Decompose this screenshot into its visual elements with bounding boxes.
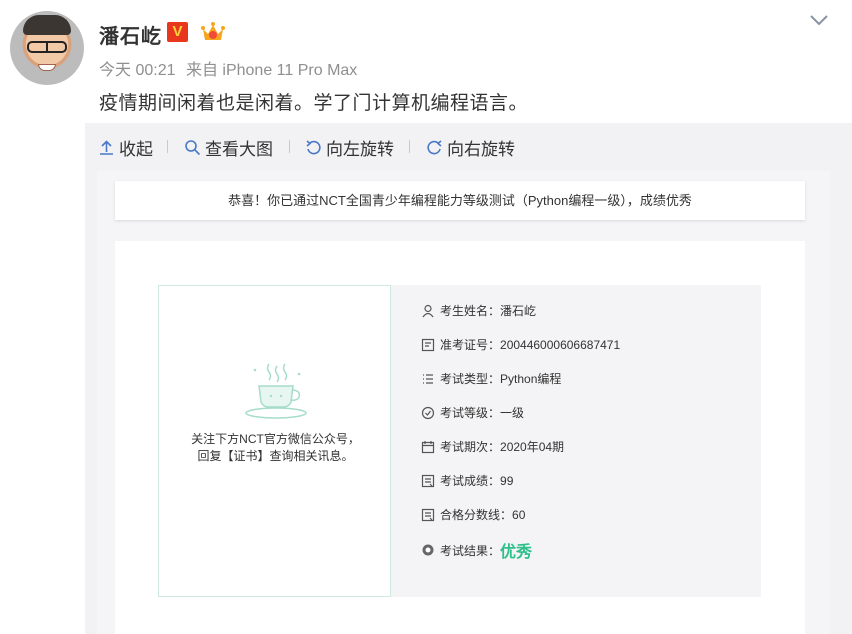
info-label: 考试等级：: [440, 406, 501, 420]
qr-instructions: 关注下方NCT官方微信公众号， 回复【证书】查询相关讯息。: [159, 431, 392, 465]
rotate-right-label: 向右旋转: [447, 140, 515, 159]
qr-instructions-line2: 回复【证书】查询相关讯息。: [197, 449, 354, 463]
post-timestamp[interactable]: 今天 00:21: [99, 62, 176, 79]
certificate-card: 关注下方NCT官方微信公众号， 回复【证书】查询相关讯息。 考生姓名： 潘石屹 …: [115, 241, 805, 634]
info-label: 考试类型：: [440, 372, 501, 386]
id-card-icon: [421, 338, 435, 351]
avatar-glasses: [27, 41, 67, 53]
info-value: 60: [512, 507, 526, 522]
media-toolbar: 收起 查看大图 向左旋转 向右旋转: [85, 123, 852, 171]
media-panel: 收起 查看大图 向左旋转 向右旋转 恭喜！你已通过NCT全国青少年编程能力等级测…: [85, 123, 852, 634]
info-row-name: 考生姓名： 潘石屹: [421, 302, 536, 319]
avatar-hair: [23, 15, 71, 35]
calendar-icon: [421, 440, 435, 453]
post-source: 来自 iPhone 11 Pro Max: [185, 62, 358, 79]
info-row-type: 考试类型： Python编程: [421, 370, 561, 387]
info-label: 合格分数线：: [440, 508, 513, 522]
score-icon: [421, 508, 435, 521]
info-value: 2020年04期: [500, 440, 565, 454]
info-row-score: 考试成绩： 99: [421, 472, 513, 489]
info-value: 潘石屹: [500, 304, 537, 318]
info-value: 一级: [500, 406, 525, 420]
rotate-left-label: 向左旋转: [326, 140, 394, 159]
info-row-passline: 合格分数线： 60: [421, 506, 525, 523]
info-label: 考试期次：: [440, 440, 501, 454]
crown-icon[interactable]: [200, 21, 226, 43]
toolbar-divider: [409, 140, 410, 153]
avatar[interactable]: [10, 11, 84, 85]
certificate-info: 考生姓名： 潘石屹 准考证号： 200446000606687471 考试类型：…: [391, 285, 761, 597]
coffee-cup-icon: [245, 363, 307, 419]
toolbar-divider: [289, 140, 290, 153]
post-meta: 今天 00:21 来自 iPhone 11 Pro Max: [99, 56, 363, 80]
rotate-left-button[interactable]: 向左旋转: [305, 135, 394, 160]
congrats-banner: 恭喜！你已通过NCT全国青少年编程能力等级测试（Python编程一级），成绩优秀: [115, 181, 805, 220]
rotate-left-icon: [306, 140, 321, 155]
chevron-down-icon[interactable]: [808, 11, 830, 29]
view-large-label: 查看大图: [205, 140, 273, 159]
qr-instructions-line1: 关注下方NCT官方微信公众号，: [191, 432, 360, 446]
person-icon: [422, 304, 434, 317]
magnifier-icon: [185, 140, 201, 156]
info-value: 99: [500, 473, 514, 488]
info-label: 准考证号：: [440, 338, 501, 352]
info-label: 考生姓名：: [440, 304, 501, 318]
avatar-mouth: [38, 64, 56, 71]
info-row-ticket: 准考证号： 200446000606687471: [421, 336, 620, 353]
rotate-right-icon: [427, 140, 442, 155]
collapse-button[interactable]: 收起: [98, 135, 153, 160]
info-label: 考试结果：: [440, 543, 501, 558]
info-row-level: 考试等级： 一级: [421, 404, 524, 421]
rotate-right-button[interactable]: 向右旋转: [426, 135, 515, 160]
info-value: 200446000606687471: [500, 337, 621, 352]
info-label: 考试成绩：: [440, 474, 501, 488]
level-icon: [421, 406, 435, 419]
username[interactable]: 潘石屹: [99, 20, 162, 49]
view-large-button[interactable]: 查看大图: [184, 135, 273, 160]
qr-placeholder: 关注下方NCT官方微信公众号， 回复【证书】查询相关讯息。: [158, 285, 391, 597]
info-row-session: 考试期次： 2020年04期: [421, 438, 564, 455]
result-icon: [422, 544, 434, 556]
info-row-result: 考试结果： 优秀: [421, 538, 532, 562]
score-icon: [421, 474, 435, 487]
certificate-image[interactable]: 恭喜！你已通过NCT全国青少年编程能力等级测试（Python编程一级），成绩优秀…: [97, 171, 830, 634]
result-value: 优秀: [500, 544, 533, 561]
upload-arrow-icon: [100, 140, 113, 155]
info-value: Python编程: [500, 372, 562, 386]
verified-badge[interactable]: V: [167, 22, 188, 42]
toolbar-divider: [167, 140, 168, 153]
post-text: 疫情期间闲着也是闲着。学了门计算机编程语言。: [99, 93, 529, 114]
collapse-label: 收起: [119, 140, 153, 159]
list-icon: [423, 373, 433, 384]
